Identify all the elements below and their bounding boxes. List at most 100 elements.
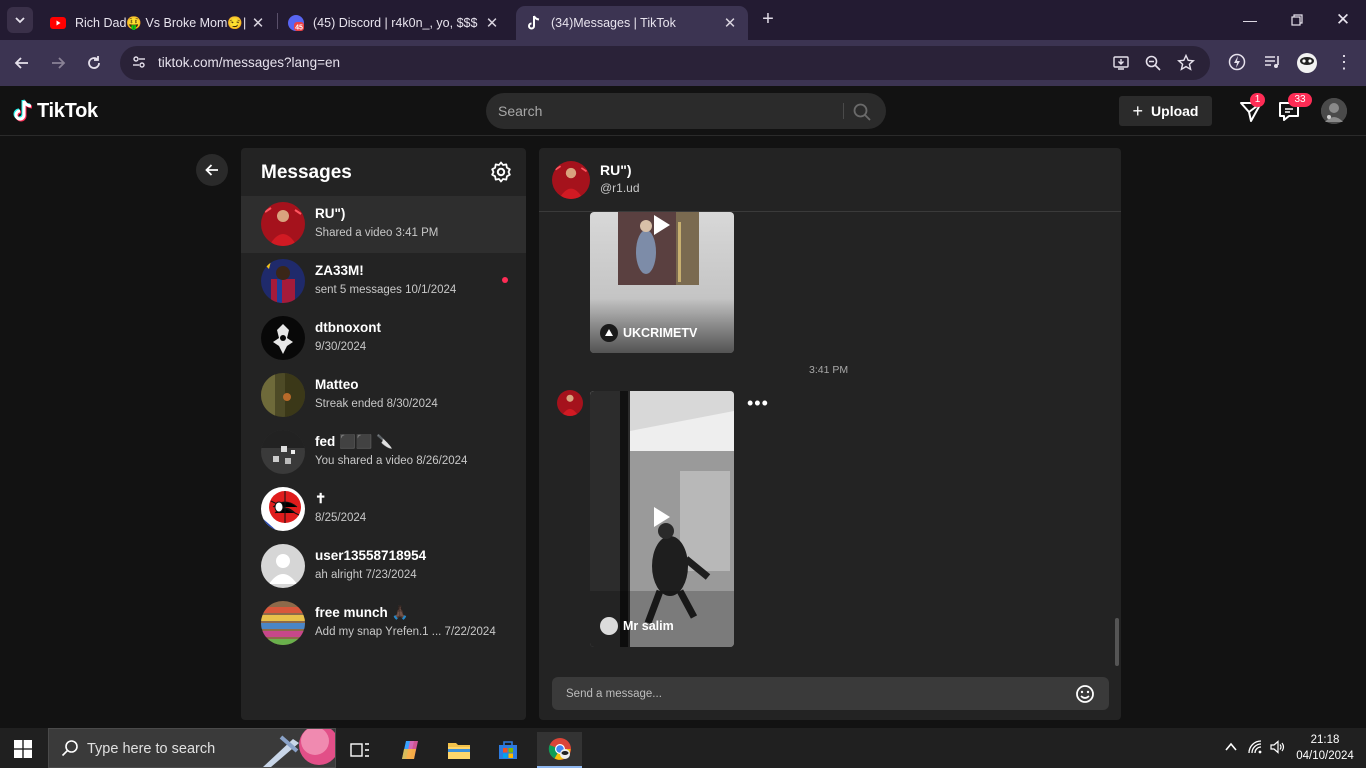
- close-tab-icon[interactable]: ✕: [250, 14, 266, 32]
- clock-date: 04/10/2024: [1296, 750, 1354, 762]
- more-options-icon[interactable]: •••: [747, 394, 769, 412]
- volume-icon[interactable]: [1270, 740, 1286, 757]
- inbox-send-icon[interactable]: 1: [1239, 93, 1265, 123]
- avatar[interactable]: [552, 161, 590, 199]
- browser-menu-icon[interactable]: ⋮: [1333, 52, 1355, 74]
- chat-contact-name[interactable]: RU"): [600, 162, 632, 178]
- profile-avatar[interactable]: [1321, 98, 1347, 124]
- tab-tiktok[interactable]: (34)Messages | TikTok ✕: [516, 6, 748, 40]
- conversation-name: RU"): [315, 206, 346, 221]
- conversation-preview: Add my snap Yrefen.1 ... 7/22/2024: [315, 626, 496, 638]
- upload-button[interactable]: + Upload: [1119, 96, 1212, 126]
- conversation-item[interactable]: user13558718954 ah alright 7/23/2024: [241, 538, 526, 595]
- forward-button[interactable]: [46, 51, 70, 75]
- tiktok-search: [486, 93, 886, 129]
- restore-icon: [1291, 14, 1303, 26]
- conversation-item[interactable]: free munch 🙏🏿 Add my snap Yrefen.1 ... 7…: [241, 595, 526, 652]
- video-author: UKCRIMETV: [600, 324, 697, 342]
- conversation-item[interactable]: dtbnoxont 9/30/2024: [241, 310, 526, 367]
- minimize-button[interactable]: —: [1235, 8, 1265, 32]
- shared-video-card[interactable]: UKCRIMETV: [590, 212, 734, 353]
- conversation-item[interactable]: RU") Shared a video 3:41 PM: [241, 196, 526, 253]
- messages-icon[interactable]: 33: [1277, 93, 1312, 123]
- show-hidden-icons-chevron-icon[interactable]: [1224, 740, 1238, 757]
- shared-video-card[interactable]: Mr salim: [590, 391, 734, 647]
- conversation-item[interactable]: Matteo Streak ended 8/30/2024: [241, 367, 526, 424]
- system-clock[interactable]: 21:18 04/10/2024: [1290, 732, 1360, 764]
- conversation-name: user13558718954: [315, 548, 427, 563]
- inbox-badge: 1: [1250, 93, 1265, 107]
- search-icon: [61, 739, 79, 757]
- tab-discord[interactable]: 45 (45) Discord | r4k0n_, yo, $$$ ✕: [278, 6, 510, 40]
- avatar: [261, 601, 305, 645]
- avatar: [261, 544, 305, 588]
- conversation-item[interactable]: fed ⬛⬛ 🔪 You shared a video 8/26/2024: [241, 424, 526, 481]
- search-icon[interactable]: [852, 102, 872, 122]
- media-controls-icon[interactable]: [1261, 52, 1283, 74]
- tab-search-button[interactable]: [7, 7, 33, 33]
- conversation-preview: sent 5 messages 10/1/2024: [315, 284, 457, 296]
- tiktok-logo-icon: [13, 99, 33, 122]
- chat-scrollbar[interactable]: [1115, 618, 1119, 666]
- chrome-taskbar-icon[interactable]: [537, 732, 582, 768]
- back-to-feed-button[interactable]: [196, 154, 228, 186]
- tiktok-header: TikTok + Upload 1 33: [0, 86, 1366, 136]
- messages-badge: 33: [1288, 93, 1312, 107]
- conversation-name: Matteo: [315, 377, 359, 392]
- video-author: Mr salim: [600, 617, 674, 635]
- avatar: [557, 390, 583, 416]
- inbox-title: Messages: [261, 162, 352, 183]
- conversation-item[interactable]: ✝ 8/25/2024: [241, 481, 526, 538]
- svg-text:45: 45: [295, 25, 303, 32]
- zoom-icon[interactable]: [1144, 54, 1162, 72]
- search-highlight-image: [263, 729, 335, 767]
- task-view-icon[interactable]: [340, 732, 380, 768]
- arrow-right-icon: [52, 57, 66, 69]
- back-button[interactable]: [10, 51, 34, 75]
- file-explorer-icon[interactable]: [439, 732, 479, 768]
- reload-button[interactable]: [82, 51, 106, 75]
- author-name: UKCRIMETV: [623, 326, 698, 340]
- play-icon: [654, 215, 670, 235]
- taskbar-search-input[interactable]: [87, 737, 257, 761]
- chevron-down-icon: [15, 17, 25, 24]
- upload-label: Upload: [1151, 103, 1199, 119]
- tab-title: (45) Discord | r4k0n_, yo, $$$: [313, 16, 478, 30]
- chat-header: RU") @r1.ud: [539, 148, 1121, 212]
- address-bar[interactable]: tiktok.com/messages?lang=en: [120, 46, 1210, 80]
- search-input[interactable]: [498, 93, 828, 129]
- url-text: tiktok.com/messages?lang=en: [158, 55, 340, 70]
- windows-start-icon[interactable]: [14, 740, 32, 758]
- extension-icon[interactable]: [1226, 52, 1248, 74]
- author-avatar: [600, 324, 618, 342]
- avatar: [261, 487, 305, 531]
- close-tab-icon[interactable]: ✕: [722, 14, 738, 32]
- network-icon[interactable]: [1248, 740, 1264, 757]
- windows-taskbar: 21:18 04/10/2024: [0, 728, 1366, 768]
- close-tab-icon[interactable]: ✕: [484, 14, 500, 32]
- avatar: [261, 202, 305, 246]
- conversation-item[interactable]: ZA33M! sent 5 messages 10/1/2024: [241, 253, 526, 310]
- message-input[interactable]: [566, 677, 1066, 710]
- bookmark-star-icon[interactable]: [1177, 53, 1195, 72]
- conversation-name: ✝: [315, 491, 327, 506]
- new-tab-button[interactable]: +: [756, 8, 780, 32]
- gear-icon[interactable]: [490, 161, 512, 183]
- avatar: [261, 430, 305, 474]
- arrow-left-icon: [205, 164, 218, 176]
- profile-avatar-icon[interactable]: [1296, 52, 1318, 74]
- conversation-preview: ah alright 7/23/2024: [315, 569, 417, 581]
- close-window-button[interactable]: ✕: [1328, 8, 1358, 32]
- search-divider: [843, 103, 844, 119]
- reload-icon: [88, 56, 100, 69]
- play-icon: [654, 507, 670, 527]
- restore-button[interactable]: [1282, 8, 1312, 32]
- tiktok-logo[interactable]: TikTok: [12, 99, 98, 123]
- logo-text: TikTok: [37, 99, 98, 122]
- install-app-icon[interactable]: [1112, 54, 1130, 72]
- tab-youtube[interactable]: Rich Dad🤑 Vs Broke Mom😏| ✕: [40, 6, 276, 40]
- site-settings-icon[interactable]: [130, 54, 148, 72]
- copilot-icon[interactable]: [390, 732, 430, 768]
- microsoft-store-icon[interactable]: [488, 732, 528, 768]
- emoji-icon[interactable]: [1075, 684, 1095, 704]
